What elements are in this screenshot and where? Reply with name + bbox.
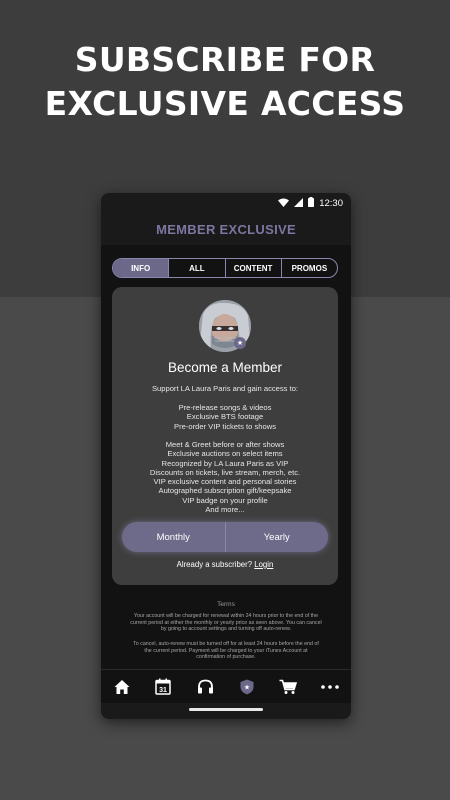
terms-line: Your account will be charged for renewal…: [133, 613, 319, 619]
battery-icon: [308, 197, 315, 209]
card-title: Become a Member: [167, 360, 283, 375]
monthly-plan-button[interactable]: Monthly: [122, 522, 225, 552]
nav-music[interactable]: [190, 672, 220, 702]
subscriber-prompt: Already a subscriber? Login: [112, 560, 338, 569]
benefit-item: Pre-order VIP tickets to shows: [174, 421, 276, 431]
tab-all[interactable]: ALL: [168, 259, 224, 277]
tab-content[interactable]: CONTENT: [224, 259, 281, 277]
star-badge-icon: ★: [234, 337, 246, 349]
card-intro: Support LA Laura Paris and gain access t…: [151, 384, 299, 393]
member-badge-icon: ★: [240, 679, 254, 694]
bottom-nav: 31 ★: [101, 669, 351, 703]
benefit-item: Pre-release songs & videos: [178, 403, 272, 412]
home-icon: [114, 679, 130, 694]
calendar-icon: 31: [155, 678, 172, 695]
terms-line: To cancel, auto-renew must be turned off…: [133, 641, 319, 647]
nav-home[interactable]: [107, 672, 137, 702]
segment-tabs: INFO ALL CONTENT PROMOS: [112, 258, 338, 278]
page-title: MEMBER EXCLUSIVE: [156, 221, 296, 237]
wifi-icon: [278, 198, 290, 209]
terms-paragraph-1: Your account will be charged for renewal…: [113, 613, 339, 633]
subscriber-prompt-text: Already a subscriber?: [176, 560, 253, 569]
benefits-group-1: Pre-release songs & videos Exclusive BTS…: [112, 403, 338, 431]
benefit-item: VIP badge on your profile: [182, 495, 268, 505]
member-screen: INFO ALL CONTENT PROMOS ★ Become a Membe…: [101, 245, 351, 669]
benefit-item: Meet & Greet before or after shows: [165, 440, 285, 449]
benefit-item: Discounts on tickets, live stream, merch…: [149, 467, 301, 477]
promo-headline-line-1: SUBSCRIBE FOR: [74, 40, 376, 79]
login-link[interactable]: Login: [254, 560, 273, 569]
tab-promos[interactable]: PROMOS: [280, 259, 337, 277]
tab-info[interactable]: INFO: [113, 259, 169, 277]
benefit-item: Recognized by LA Laura Paris as VIP: [161, 458, 289, 468]
terms-line: confirmation of purchase.: [196, 654, 256, 661]
signal-icon: [294, 197, 304, 209]
benefit-item: Exclusive BTS footage: [186, 412, 264, 422]
status-bar: 12:30: [101, 193, 351, 213]
promo-headline: SUBSCRIBE FOR EXCLUSIVE ACCESS: [0, 38, 450, 126]
benefit-item: Exclusive auctions on select items: [167, 449, 283, 459]
terms-line: current period at either the monthly or …: [130, 619, 322, 626]
nav-calendar[interactable]: 31: [148, 672, 178, 702]
terms-line: by going to account settings and turning…: [160, 626, 292, 633]
terms-heading: Terms: [217, 601, 235, 608]
terms-line: the current period. Payment will be char…: [144, 647, 308, 654]
phone-frame: 12:30 MEMBER EXCLUSIVE INFO ALL CONTENT …: [101, 193, 351, 719]
benefit-item: VIP exclusive content and personal stori…: [153, 477, 297, 487]
plan-toggle: Monthly Yearly: [122, 522, 328, 552]
cart-icon: [279, 679, 298, 694]
benefit-item: And more...: [205, 505, 245, 515]
more-icon: [321, 684, 339, 689]
headphones-icon: [197, 679, 213, 694]
nav-shop[interactable]: [273, 672, 303, 702]
status-time: 12:30: [319, 197, 343, 209]
benefits-group-2: Meet & Greet before or after shows Exclu…: [112, 440, 338, 514]
nav-more[interactable]: [315, 672, 345, 702]
svg-text:31: 31: [160, 687, 168, 694]
benefit-item: Autographed subscription gift/keepsake: [158, 486, 292, 496]
terms-paragraph-2: To cancel, auto-renew must be turned off…: [113, 641, 339, 661]
nav-member[interactable]: ★: [232, 672, 262, 702]
home-indicator[interactable]: [189, 708, 263, 711]
promo-headline-line-2: EXCLUSIVE ACCESS: [44, 84, 406, 123]
membership-card: ★ Become a Member Support LA Laura Paris…: [112, 287, 338, 585]
svg-text:★: ★: [244, 683, 250, 691]
yearly-plan-button[interactable]: Yearly: [224, 522, 329, 552]
